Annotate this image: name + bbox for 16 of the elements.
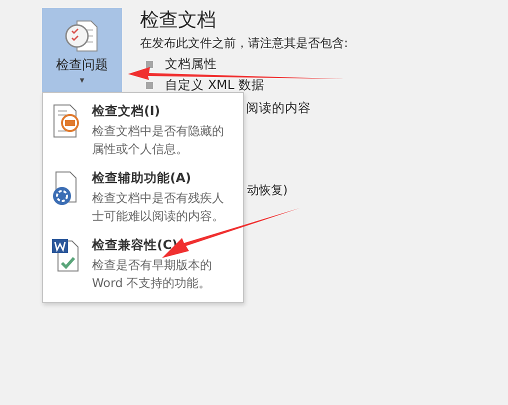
- list-item-text: 自定义 XML 数据: [165, 76, 264, 94]
- list-item-text: 文档属性: [165, 56, 217, 72]
- bullet-icon: [146, 82, 153, 88]
- menu-item-description: 检查文档中是否有隐藏的属性或个人信息。: [92, 123, 225, 158]
- bullet-icon: [146, 60, 153, 68]
- intro-text: 在发布此文件之前，请注意其是否包含:: [140, 35, 348, 52]
- menu-item-description: 检查是否有早期版本的 Word 不支持的功能。: [92, 257, 213, 292]
- inspect-document-button[interactable]: 检查问题 ▾: [42, 8, 122, 92]
- note-text: 动恢复): [247, 182, 288, 199]
- menu-item-title: 检查文档(I): [92, 103, 162, 120]
- menu-item-description: 检查文档中是否有残疾人士可能难以阅读的内容。: [92, 190, 225, 225]
- list-item-text: 阅读的内容: [246, 100, 311, 116]
- section-title: 检查文档: [140, 8, 217, 32]
- menu-item[interactable]: 检查文档(I) 检查文档中是否有隐藏的属性或个人信息。: [43, 99, 243, 162]
- menu-item-title: 检查辅助功能(A): [92, 170, 192, 187]
- menu-item[interactable]: 检查辅助功能(A) 检查文档中是否有残疾人士可能难以阅读的内容。: [43, 166, 243, 229]
